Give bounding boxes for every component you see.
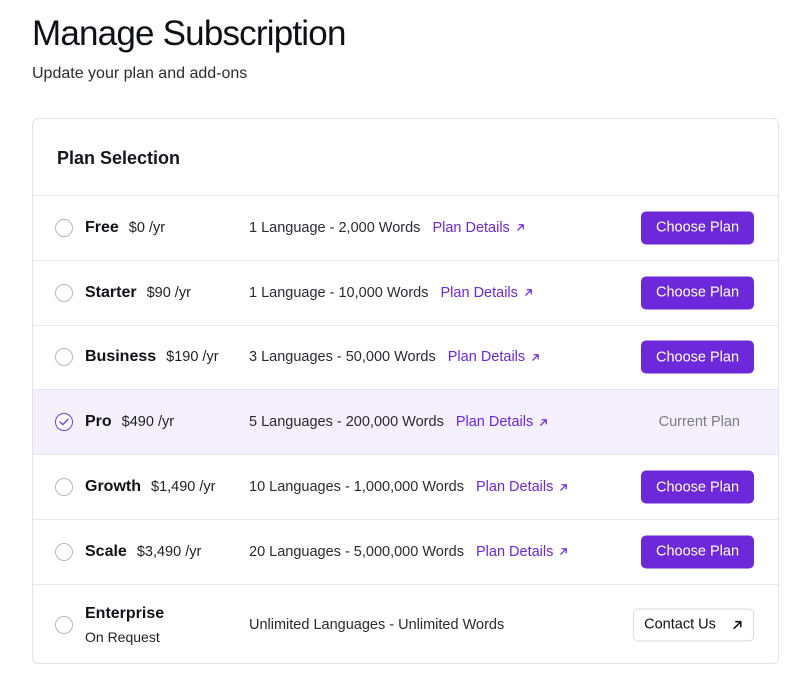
- choose-plan-button-growth[interactable]: Choose Plan: [641, 470, 754, 504]
- plan-radio-enterprise[interactable]: [55, 615, 73, 634]
- plan-row-pro[interactable]: Pro $490 /yr 5 Languages - 200,000 Words…: [33, 390, 778, 456]
- plan-details-label: Plan Details: [455, 414, 534, 431]
- plan-name: Starter: [85, 283, 137, 301]
- plan-name-group: Enterprise On Request: [85, 605, 164, 645]
- choose-plan-button-scale[interactable]: Choose Plan: [641, 535, 754, 569]
- plan-name-group: Business $190 /yr: [85, 348, 219, 366]
- plan-description: 5 Languages - 200,000 Words: [249, 414, 444, 431]
- plan-description: Unlimited Languages - Unlimited Words: [249, 616, 505, 633]
- choose-plan-button-starter[interactable]: Choose Plan: [641, 276, 754, 310]
- plan-price: $490 /yr: [121, 414, 175, 431]
- plan-description-group: 1 Language - 2,000 Words Plan Details: [249, 220, 525, 236]
- card-title: Plan Selection: [57, 147, 181, 168]
- card-header: Plan Selection: [33, 119, 778, 196]
- plan-name: Scale: [85, 542, 127, 560]
- plan-selection-card: Plan Selection Free $0 /yr 1 Language - …: [32, 118, 779, 664]
- arrow-up-right-icon: [540, 418, 548, 426]
- arrow-up-right-icon: [733, 620, 742, 629]
- plan-radio-free[interactable]: [55, 218, 73, 237]
- plan-row-free[interactable]: Free $0 /yr 1 Language - 2,000 Words Pla…: [33, 196, 778, 261]
- page-title: Manage Subscription: [32, 14, 346, 53]
- arrow-up-right-icon: [525, 289, 532, 297]
- plan-name-group: Pro $490 /yr: [85, 413, 174, 431]
- plan-name-group: Starter $90 /yr: [85, 284, 191, 302]
- plan-row-starter[interactable]: Starter $90 /yr 1 Language - 10,000 Word…: [33, 261, 778, 326]
- plan-details-link[interactable]: Plan Details: [476, 544, 568, 560]
- plan-description-group: Unlimited Languages - Unlimited Words: [249, 617, 504, 633]
- plan-price: $0 /yr: [128, 219, 166, 236]
- arrow-up-right-icon: [560, 483, 568, 491]
- plan-radio-pro[interactable]: [55, 413, 73, 432]
- plan-details-label: Plan Details: [475, 479, 554, 496]
- plan-radio-scale[interactable]: [55, 542, 73, 561]
- plan-description: 20 Languages - 5,000,000 Words: [249, 543, 464, 560]
- plan-description: 3 Languages - 50,000 Words: [249, 349, 436, 366]
- plan-description-group: 1 Language - 10,000 Words Plan Details: [249, 285, 533, 301]
- plan-name-group: Growth $1,490 /yr: [85, 478, 216, 496]
- plan-radio-starter[interactable]: [55, 283, 73, 302]
- arrow-up-right-icon: [560, 548, 568, 556]
- plan-row-scale[interactable]: Scale $3,490 /yr 20 Languages - 5,000,00…: [33, 520, 778, 585]
- plan-details-link[interactable]: Plan Details: [432, 220, 524, 236]
- plan-row-business[interactable]: Business $190 /yr 3 Languages - 50,000 W…: [33, 326, 778, 391]
- plan-details-label: Plan Details: [432, 219, 510, 236]
- plan-radio-growth[interactable]: [55, 478, 73, 497]
- plan-name-group: Free $0 /yr: [85, 219, 165, 237]
- plan-name: Business: [85, 348, 157, 366]
- plan-description-group: 5 Languages - 200,000 Words Plan Details: [249, 414, 548, 430]
- plan-price: On Request: [85, 628, 160, 645]
- plan-price: $190 /yr: [166, 349, 219, 366]
- plan-radio-business[interactable]: [55, 348, 73, 367]
- plan-name: Enterprise: [85, 604, 165, 622]
- plan-description-group: 3 Languages - 50,000 Words Plan Details: [249, 349, 540, 365]
- choose-plan-button-business[interactable]: Choose Plan: [641, 340, 754, 374]
- choose-plan-button-free[interactable]: Choose Plan: [641, 211, 754, 245]
- plan-price: $90 /yr: [146, 284, 191, 301]
- plan-price: $3,490 /yr: [136, 543, 202, 560]
- current-plan-label: Current Plan: [658, 414, 740, 431]
- check-icon: [59, 418, 69, 426]
- contact-us-button[interactable]: Contact Us: [633, 608, 754, 642]
- plan-details-label: Plan Details: [447, 349, 526, 366]
- plan-name: Growth: [85, 478, 141, 496]
- arrow-up-right-icon: [532, 354, 539, 361]
- plan-description: 1 Language - 10,000 Words: [249, 284, 429, 301]
- page-subtitle: Update your plan and add-ons: [32, 65, 248, 82]
- contact-us-label: Contact Us: [644, 616, 716, 633]
- plan-name-group: Scale $3,490 /yr: [85, 543, 201, 561]
- plan-description-group: 10 Languages - 1,000,000 Words Plan Deta…: [249, 479, 568, 495]
- plan-details-link[interactable]: Plan Details: [456, 414, 548, 430]
- plan-name: Pro: [85, 413, 112, 431]
- arrow-up-right-icon: [516, 224, 524, 232]
- plan-details-label: Plan Details: [475, 543, 554, 560]
- plan-row-enterprise[interactable]: Enterprise On Request Unlimited Language…: [33, 585, 778, 663]
- plan-name: Free: [85, 218, 119, 236]
- plan-details-link[interactable]: Plan Details: [476, 479, 568, 495]
- plan-price: $1,490 /yr: [151, 479, 216, 496]
- plan-description: 10 Languages - 1,000,000 Words: [249, 479, 464, 496]
- plan-description: 1 Language - 2,000 Words: [249, 219, 421, 236]
- plan-details-link[interactable]: Plan Details: [448, 349, 540, 365]
- plan-row-growth[interactable]: Growth $1,490 /yr 10 Languages - 1,000,0…: [33, 455, 778, 520]
- plan-description-group: 20 Languages - 5,000,000 Words Plan Deta…: [249, 544, 568, 560]
- plan-details-label: Plan Details: [440, 284, 518, 301]
- plan-details-link[interactable]: Plan Details: [441, 285, 533, 301]
